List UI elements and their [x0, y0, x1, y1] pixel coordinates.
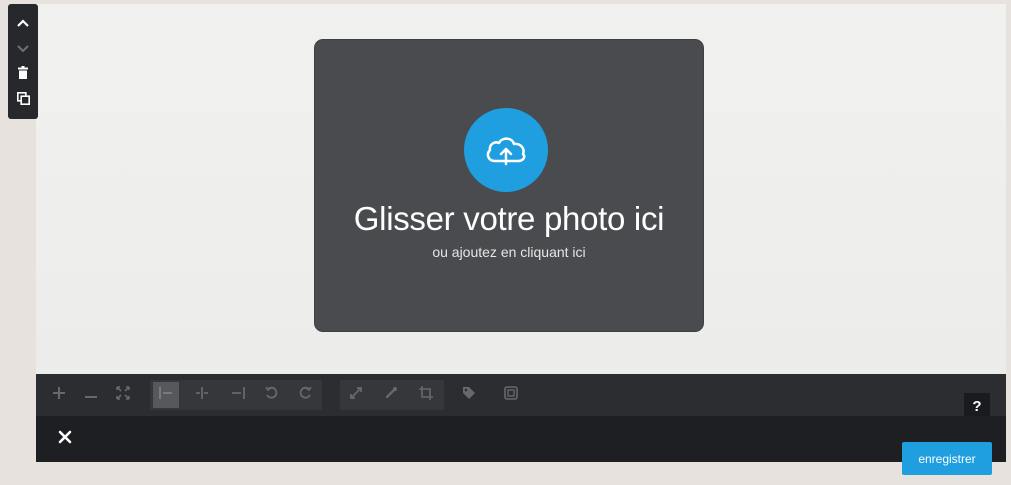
chevron-down-icon	[17, 40, 29, 58]
link-icon	[384, 386, 398, 405]
link-button[interactable]	[378, 382, 404, 408]
rotate-left-button[interactable]	[258, 382, 284, 408]
fit-button[interactable]	[110, 382, 136, 408]
move-up-button[interactable]	[8, 10, 38, 36]
align-center-button[interactable]	[189, 382, 215, 408]
tag-icon	[462, 386, 476, 405]
rotate-right-button[interactable]	[292, 382, 318, 408]
duplicate-button[interactable]	[8, 88, 38, 114]
zoom-out-icon	[85, 386, 97, 404]
frame-icon	[504, 385, 518, 405]
align-right-icon	[231, 386, 245, 404]
align-center-icon	[195, 386, 209, 404]
align-right-button[interactable]	[225, 382, 251, 408]
editor-footer: enregistrer	[36, 416, 1006, 475]
trash-icon	[18, 66, 28, 84]
zoom-in-button[interactable]	[46, 382, 72, 408]
crop-button[interactable]	[413, 382, 439, 408]
image-toolbar: ?	[36, 374, 1006, 419]
dropzone-title: Glisser votre photo ici	[353, 200, 665, 237]
dropzone-subtitle[interactable]: ou ajoutez en cliquant ici	[315, 244, 703, 260]
resize-icon	[349, 386, 363, 405]
duplicate-icon	[16, 92, 30, 110]
photo-dropzone[interactable]: Glisser votre photo ici ou ajoutez en cl…	[315, 40, 703, 331]
block-side-toolbar	[8, 4, 38, 119]
delete-button[interactable]	[8, 62, 38, 88]
tag-button[interactable]	[456, 382, 482, 408]
cloud-upload-icon	[464, 108, 548, 192]
save-button[interactable]: enregistrer	[902, 442, 992, 475]
zoom-in-icon	[52, 386, 66, 405]
fit-icon	[116, 385, 130, 405]
frame-button[interactable]	[498, 382, 524, 408]
close-icon	[58, 430, 72, 449]
move-down-button[interactable]	[8, 36, 38, 62]
close-button[interactable]	[54, 428, 76, 450]
align-left-button[interactable]	[153, 382, 179, 408]
zoom-out-button[interactable]	[78, 382, 104, 408]
crop-icon	[419, 385, 433, 405]
rotate-right-icon	[299, 386, 312, 404]
align-left-icon	[159, 386, 173, 404]
chevron-up-icon	[17, 14, 29, 32]
rotate-left-icon	[264, 386, 278, 404]
resize-button[interactable]	[343, 382, 369, 408]
